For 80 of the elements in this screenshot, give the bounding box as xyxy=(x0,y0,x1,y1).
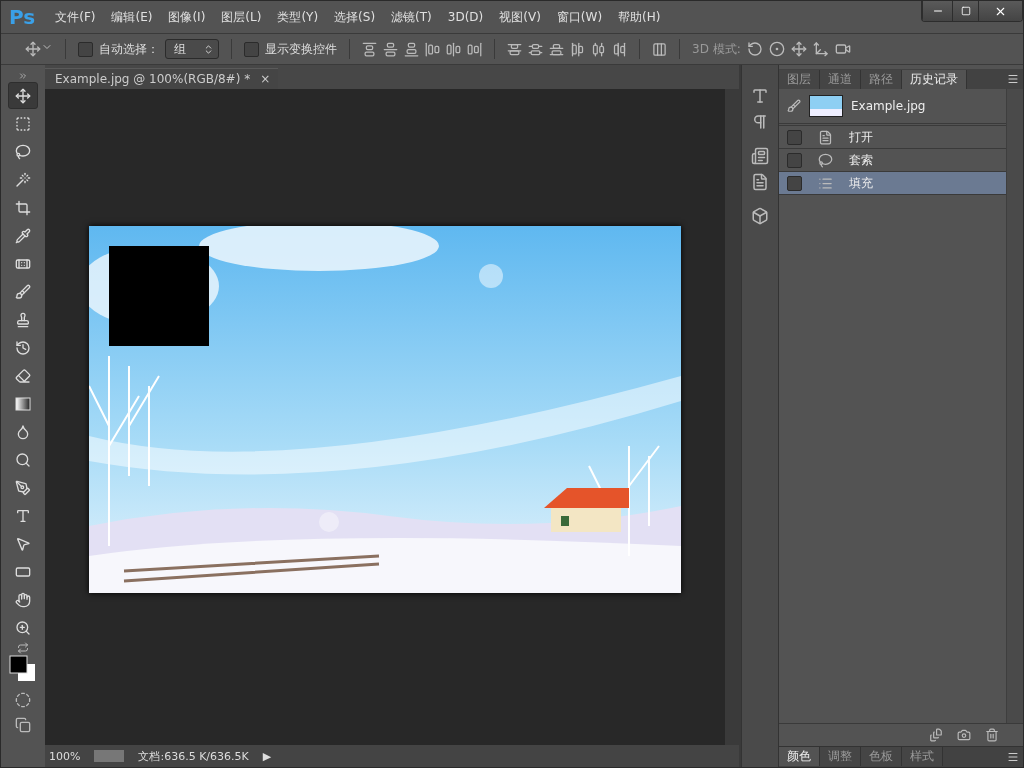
auto-select-dropdown[interactable]: 组 xyxy=(165,39,219,59)
document-icon[interactable] xyxy=(751,173,769,191)
move-tool-preset-icon[interactable] xyxy=(25,41,53,57)
cube-icon[interactable] xyxy=(751,207,769,225)
align-icon[interactable] xyxy=(404,41,419,57)
panel-menu-icon[interactable] xyxy=(1007,73,1019,85)
pan-icon[interactable] xyxy=(790,41,807,57)
history-source-checkbox[interactable] xyxy=(787,175,802,191)
trash-icon[interactable] xyxy=(985,728,999,742)
character-icon[interactable] xyxy=(751,87,769,105)
history-state-label: 填充 xyxy=(849,174,873,192)
menu-item[interactable]: 滤镜(T) xyxy=(383,8,440,26)
auto-select-checkbox[interactable] xyxy=(78,41,93,57)
app-logo: Ps xyxy=(9,5,36,29)
move-icon[interactable] xyxy=(8,82,38,109)
align-icon[interactable] xyxy=(383,41,398,57)
up-down-arrows-icon xyxy=(203,43,214,55)
menu-item[interactable]: 文件(F) xyxy=(47,8,104,26)
maximize-icon xyxy=(960,6,971,16)
align-icon[interactable] xyxy=(528,41,543,57)
paragraph-icon[interactable] xyxy=(751,113,769,131)
minimize-button[interactable] xyxy=(922,1,952,21)
auto-select-label: 自动选择： xyxy=(99,40,159,58)
align-icon[interactable] xyxy=(362,41,377,57)
expand-icon[interactable] xyxy=(18,71,28,81)
scrollbar[interactable] xyxy=(725,89,739,745)
menu-item[interactable]: 选择(S) xyxy=(326,8,384,26)
menu-item[interactable]: 图层(L) xyxy=(213,8,270,26)
align-icon[interactable] xyxy=(425,41,440,57)
color-swatches-icon[interactable] xyxy=(9,655,37,683)
show-transform-label: 显示变换控件 xyxy=(265,40,337,58)
tab-close-button[interactable]: × xyxy=(260,72,271,86)
3d-mode-label: 3D 模式: xyxy=(692,40,741,58)
list-icon xyxy=(818,175,833,191)
camera-icon[interactable] xyxy=(957,728,971,742)
align-icon[interactable] xyxy=(507,41,522,57)
new-document-icon[interactable] xyxy=(929,728,943,742)
document-tab[interactable]: Example.jpg @ 100%(RGB/8#) * × xyxy=(45,68,279,89)
menu-item[interactable]: 3D(D) xyxy=(439,10,492,24)
history-source-checkbox[interactable] xyxy=(787,152,802,168)
snapshot-thumbnail[interactable] xyxy=(809,95,843,117)
preview-icon xyxy=(94,750,125,762)
quick-mask-icon[interactable] xyxy=(15,692,31,708)
video-camera-icon[interactable] xyxy=(834,41,851,57)
history-brush-icon xyxy=(787,99,801,113)
document-icon xyxy=(818,129,833,145)
close-button[interactable] xyxy=(978,1,1022,21)
scrollbar[interactable] xyxy=(1006,89,1023,723)
menu-item[interactable]: 窗口(W) xyxy=(548,8,611,26)
align-icon[interactable] xyxy=(612,41,627,57)
rotate-icon[interactable] xyxy=(746,41,763,57)
align-icon[interactable] xyxy=(570,41,585,57)
document-info: 文档:636.5 K/636.5K xyxy=(138,748,249,764)
maximize-button[interactable] xyxy=(952,1,978,21)
align-icon[interactable] xyxy=(591,41,606,57)
swap-colors-icon[interactable] xyxy=(17,642,29,654)
status-menu-arrow[interactable]: ▶ xyxy=(262,749,272,763)
history-state-label: 打开 xyxy=(849,128,873,146)
history-state-label: 套索 xyxy=(849,151,873,169)
notes-icon[interactable] xyxy=(751,147,769,165)
align-icon[interactable] xyxy=(549,41,564,57)
align-icon[interactable] xyxy=(467,41,482,57)
show-transform-checkbox[interactable] xyxy=(244,41,259,57)
lasso-icon xyxy=(818,152,833,168)
menu-item[interactable]: 帮助(H) xyxy=(610,8,669,26)
panel-menu-icon[interactable] xyxy=(1007,751,1019,763)
menu-item[interactable]: 编辑(E) xyxy=(103,8,161,26)
panel-tab[interactable]: 历史记录 xyxy=(902,70,967,89)
history-source-checkbox[interactable] xyxy=(787,129,802,145)
menu-item[interactable]: 类型(Y) xyxy=(269,8,327,26)
panel-tab[interactable]: 颜色 xyxy=(779,747,820,766)
screen-mode-icon[interactable] xyxy=(15,717,31,733)
snapshot-name: Example.jpg xyxy=(851,99,926,113)
auto-align-icon[interactable] xyxy=(652,41,667,57)
history-state[interactable]: 打开 xyxy=(779,126,1006,149)
history-state[interactable]: 填充 xyxy=(779,172,1006,195)
align-icon[interactable] xyxy=(446,41,461,57)
zoom-level: 100% xyxy=(49,749,81,763)
menu-item[interactable]: 视图(V) xyxy=(491,8,549,26)
menu-item[interactable]: 图像(I) xyxy=(160,8,214,26)
